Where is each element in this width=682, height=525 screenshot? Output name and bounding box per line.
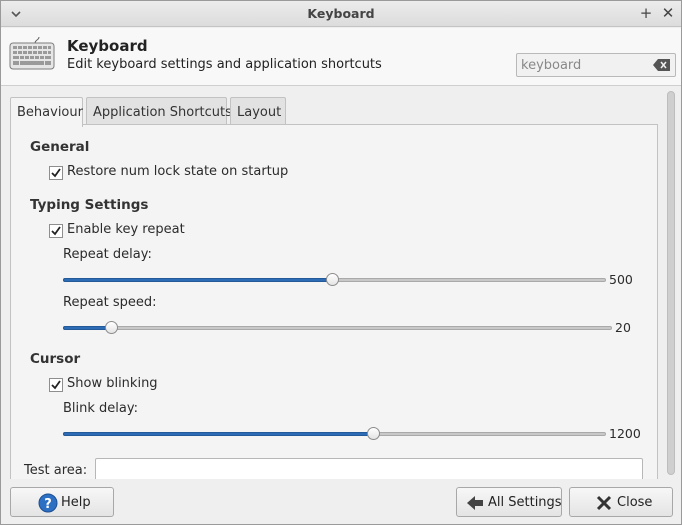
all-settings-label: All Settings: [488, 495, 562, 510]
close-icon: [596, 495, 612, 511]
repeat-speed-value: 20: [615, 320, 631, 335]
back-arrow-icon: [467, 496, 483, 510]
slider-track: [63, 326, 612, 330]
tab-label: Behaviour: [17, 105, 83, 120]
numlock-label: Restore num lock state on startup: [67, 164, 289, 179]
page-subtitle: Edit keyboard settings and application s…: [67, 57, 382, 72]
slider-knob[interactable]: [367, 427, 380, 440]
show-blinking-checkbox[interactable]: [49, 378, 63, 392]
blink-delay-slider[interactable]: [63, 426, 606, 442]
tab-layout[interactable]: Layout: [230, 97, 286, 125]
repeat-delay-slider[interactable]: [63, 272, 606, 288]
slider-fill: [63, 278, 332, 282]
keyboard-icon: [9, 36, 55, 70]
numlock-checkbox[interactable]: [49, 166, 63, 180]
show-blinking-label: Show blinking: [67, 376, 158, 391]
blink-delay-label: Blink delay:: [63, 401, 138, 416]
keyboard-window: Keyboard + ✕ Keyboard Edit keyboard sett…: [0, 0, 682, 525]
tab-behaviour[interactable]: Behaviour: [10, 97, 83, 127]
tab-application-shortcuts[interactable]: Application Shortcuts: [86, 97, 232, 125]
help-icon: ?: [38, 493, 58, 513]
scroll-area: Behaviour Application Shortcuts Layout G…: [1, 87, 681, 479]
section-general-title: General: [30, 139, 90, 155]
repeat-speed-label: Repeat speed:: [63, 295, 157, 310]
titlebar: Keyboard + ✕: [1, 1, 681, 27]
key-repeat-label: Enable key repeat: [67, 222, 185, 237]
close-window-icon[interactable]: ✕: [659, 4, 677, 22]
repeat-speed-slider[interactable]: [63, 320, 612, 336]
search-input[interactable]: [517, 54, 649, 76]
page-title: Keyboard: [67, 37, 148, 55]
blink-delay-value: 1200: [609, 426, 641, 441]
all-settings-button[interactable]: All Settings: [456, 487, 562, 517]
slider-knob[interactable]: [326, 273, 339, 286]
close-button[interactable]: Close: [569, 487, 673, 517]
header: Keyboard Edit keyboard settings and appl…: [1, 28, 681, 86]
key-repeat-checkbox[interactable]: [49, 224, 63, 238]
section-typing-title: Typing Settings: [30, 197, 149, 213]
maximize-icon[interactable]: +: [637, 4, 655, 22]
close-label: Close: [617, 495, 653, 510]
help-button[interactable]: ? Help: [10, 487, 114, 517]
help-label: Help: [61, 495, 91, 510]
window-title: Keyboard: [307, 6, 375, 21]
repeat-delay-value: 500: [609, 272, 633, 287]
test-area-input[interactable]: [95, 458, 643, 479]
repeat-delay-label: Repeat delay:: [63, 247, 152, 262]
tab-label: Application Shortcuts: [93, 105, 232, 120]
slider-fill: [63, 326, 111, 330]
slider-knob[interactable]: [105, 321, 118, 334]
tab-label: Layout: [237, 105, 282, 120]
search-box: [516, 53, 676, 77]
scrollbar-thumb[interactable]: [667, 91, 675, 475]
clear-search-icon[interactable]: [653, 59, 671, 71]
vertical-scrollbar[interactable]: [663, 87, 679, 479]
behaviour-panel: General Restore num lock state on startu…: [10, 124, 658, 479]
slider-fill: [63, 432, 373, 436]
section-cursor-title: Cursor: [30, 351, 81, 367]
test-area-label: Test area:: [24, 463, 88, 478]
svg-text:?: ?: [44, 497, 52, 512]
